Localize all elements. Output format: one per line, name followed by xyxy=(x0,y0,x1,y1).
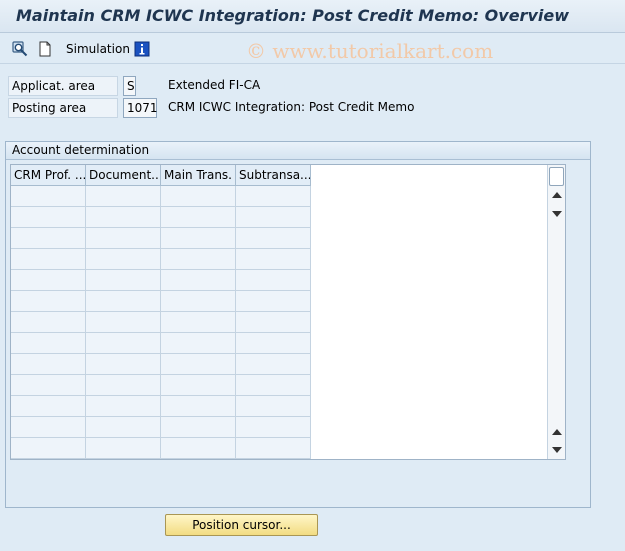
table-cell[interactable] xyxy=(11,291,86,312)
column-header-subtransaction[interactable]: Subtransa... xyxy=(236,165,311,186)
scroll-up-top-icon[interactable] xyxy=(552,192,562,198)
table-cell[interactable] xyxy=(161,417,236,438)
table-cell[interactable] xyxy=(161,186,236,207)
table-cell[interactable] xyxy=(236,249,311,270)
table-cell[interactable] xyxy=(11,270,86,291)
table-cell[interactable] xyxy=(236,291,311,312)
table-cell[interactable] xyxy=(236,396,311,417)
table-cell[interactable] xyxy=(161,354,236,375)
table-cell[interactable] xyxy=(86,438,161,459)
table-cell[interactable] xyxy=(161,270,236,291)
table-cell[interactable] xyxy=(161,207,236,228)
table-cell[interactable] xyxy=(86,270,161,291)
table-cell[interactable] xyxy=(161,333,236,354)
table-row[interactable] xyxy=(11,438,311,459)
table-cell[interactable] xyxy=(11,228,86,249)
table-cell[interactable] xyxy=(236,375,311,396)
table-cell[interactable] xyxy=(86,354,161,375)
info-icon[interactable] xyxy=(134,41,150,57)
account-determination-table: CRM Prof. ... Document... Main Trans. Su… xyxy=(10,164,566,460)
scroll-down-bottom-icon[interactable] xyxy=(552,447,562,453)
scroll-down-top-icon[interactable] xyxy=(552,211,562,217)
table-cell[interactable] xyxy=(11,354,86,375)
table-cell[interactable] xyxy=(86,249,161,270)
table-cell[interactable] xyxy=(161,249,236,270)
table-row[interactable] xyxy=(11,291,311,312)
column-header-main-trans[interactable]: Main Trans. xyxy=(161,165,236,186)
table-row[interactable] xyxy=(11,270,311,291)
table-cell[interactable] xyxy=(11,186,86,207)
search-icon[interactable] xyxy=(12,41,28,57)
table-cell[interactable] xyxy=(86,417,161,438)
table-cell[interactable] xyxy=(236,312,311,333)
table-row[interactable] xyxy=(11,186,311,207)
application-toolbar: Simulation © www.tutorialkart.com xyxy=(0,34,625,64)
table-cell[interactable] xyxy=(11,396,86,417)
scroll-thumb[interactable] xyxy=(549,167,564,186)
table-cell[interactable] xyxy=(11,249,86,270)
table-cell[interactable] xyxy=(161,291,236,312)
group-title: Account determination xyxy=(6,142,590,160)
table-cell[interactable] xyxy=(86,312,161,333)
new-document-icon[interactable] xyxy=(37,41,53,57)
title-bar: Maintain CRM ICWC Integration: Post Cred… xyxy=(0,0,625,33)
table-cell[interactable] xyxy=(11,438,86,459)
account-determination-group: Account determination CRM Prof. ... Docu… xyxy=(5,141,591,508)
applic-area-label: Applicat. area xyxy=(8,76,118,96)
table-row[interactable] xyxy=(11,228,311,249)
table-cell[interactable] xyxy=(236,186,311,207)
position-cursor-button[interactable]: Position cursor... xyxy=(165,514,318,536)
table-row[interactable] xyxy=(11,312,311,333)
table-cell[interactable] xyxy=(11,207,86,228)
table-cell[interactable] xyxy=(236,207,311,228)
table-cell[interactable] xyxy=(11,333,86,354)
column-header-crm-prof[interactable]: CRM Prof. ... xyxy=(11,165,86,186)
table-cell[interactable] xyxy=(161,396,236,417)
table-cell[interactable] xyxy=(161,312,236,333)
simulation-button[interactable]: Simulation xyxy=(66,42,130,56)
table-cell[interactable] xyxy=(236,228,311,249)
table-cell[interactable] xyxy=(11,417,86,438)
posting-area-field[interactable]: 1071 xyxy=(123,98,158,118)
table-cell[interactable] xyxy=(236,270,311,291)
table-cell[interactable] xyxy=(236,417,311,438)
watermark: © www.tutorialkart.com xyxy=(246,39,494,63)
table-row[interactable] xyxy=(11,249,311,270)
table-cell[interactable] xyxy=(86,228,161,249)
column-header-document[interactable]: Document... xyxy=(86,165,161,186)
table-row[interactable] xyxy=(11,354,311,375)
table-cell[interactable] xyxy=(236,333,311,354)
scroll-up-bottom-icon[interactable] xyxy=(552,429,562,435)
table-cell[interactable] xyxy=(86,396,161,417)
table-cell[interactable] xyxy=(236,354,311,375)
table-cell[interactable] xyxy=(11,312,86,333)
table-cell[interactable] xyxy=(161,438,236,459)
table-row[interactable] xyxy=(11,207,311,228)
vertical-scrollbar[interactable] xyxy=(547,165,565,459)
table-cell[interactable] xyxy=(86,186,161,207)
table-row[interactable] xyxy=(11,396,311,417)
table-cell[interactable] xyxy=(161,375,236,396)
table-row[interactable] xyxy=(11,375,311,396)
table-row[interactable] xyxy=(11,333,311,354)
table-cell[interactable] xyxy=(161,228,236,249)
applic-area-field[interactable]: S xyxy=(123,76,136,96)
table-cell[interactable] xyxy=(11,375,86,396)
table-cell[interactable] xyxy=(86,207,161,228)
table-cell[interactable] xyxy=(86,291,161,312)
posting-area-description: CRM ICWC Integration: Post Credit Memo xyxy=(168,100,415,114)
applic-area-description: Extended FI-CA xyxy=(168,78,261,92)
table-cell[interactable] xyxy=(86,375,161,396)
posting-area-label: Posting area xyxy=(8,98,118,118)
table-row[interactable] xyxy=(11,417,311,438)
table-cell[interactable] xyxy=(236,438,311,459)
window-title: Maintain CRM ICWC Integration: Post Cred… xyxy=(16,6,569,25)
table-cell[interactable] xyxy=(86,333,161,354)
